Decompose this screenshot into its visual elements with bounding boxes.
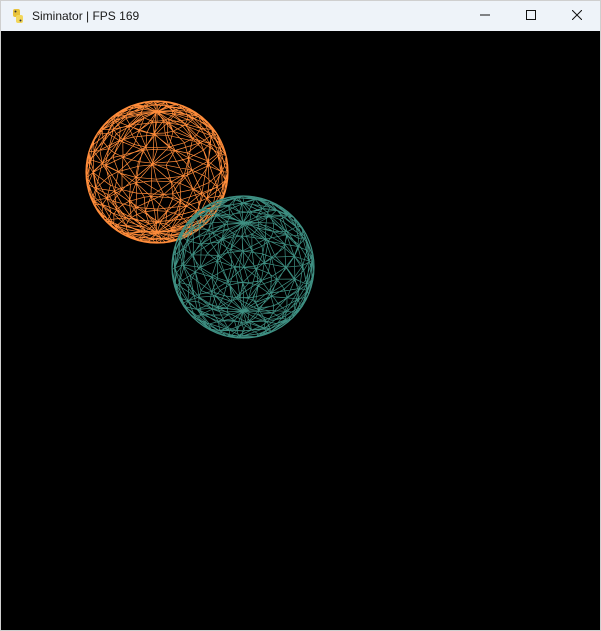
simulation-canvas (85, 100, 315, 339)
window-controls (462, 1, 600, 31)
close-icon (571, 7, 583, 25)
window-title: Siminator | FPS 169 (32, 9, 140, 23)
minimize-button[interactable] (462, 1, 508, 31)
simulation-viewport[interactable] (1, 31, 600, 630)
app-window: Siminator | FPS 169 (0, 0, 601, 631)
maximize-icon (526, 7, 536, 25)
teal-wireframe-sphere (171, 195, 315, 339)
close-button[interactable] (554, 1, 600, 31)
minimize-icon (480, 7, 490, 25)
teal-wireframe-sphere-mesh (171, 195, 315, 339)
maximize-button[interactable] (508, 1, 554, 31)
title-bar[interactable]: Siminator | FPS 169 (1, 1, 600, 31)
python-snake-icon (10, 8, 26, 24)
